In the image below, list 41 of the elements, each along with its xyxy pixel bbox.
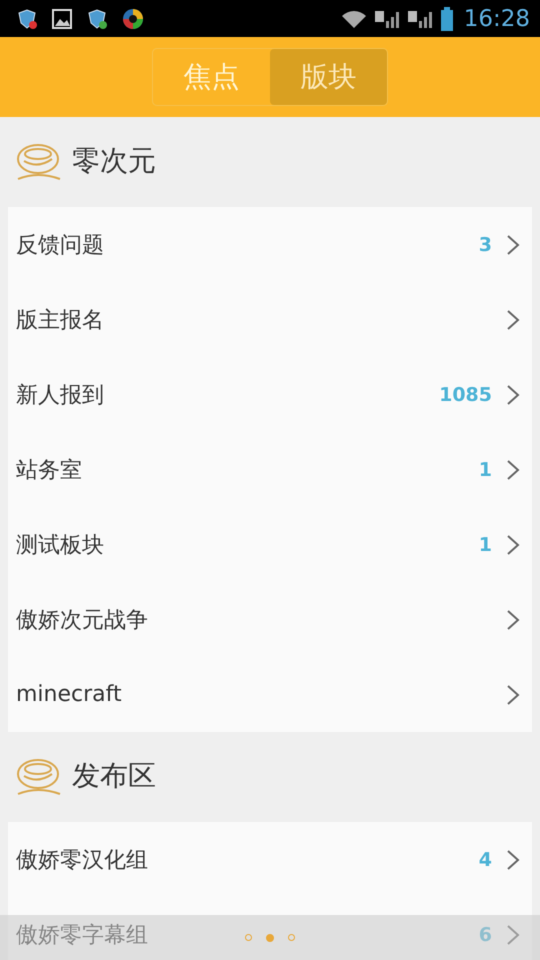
forum-row[interactable]: 反馈问题 3 [8, 207, 532, 282]
image-icon [51, 8, 73, 30]
chevron-icon [506, 608, 520, 630]
forum-row[interactable]: 版主报名 [8, 282, 532, 357]
post-count: 1 [478, 458, 492, 480]
page-dot[interactable] [245, 934, 252, 941]
section-title: 发布区 [72, 758, 156, 794]
forum-row[interactable]: minecraft [8, 657, 532, 732]
battery-icon [440, 6, 454, 30]
forum-name: 傲娇零汉化组 [16, 846, 148, 874]
page-dot[interactable] [288, 934, 295, 941]
chevron-icon [506, 534, 520, 556]
forum-name: 站务室 [16, 456, 82, 484]
shield-icon [86, 8, 108, 30]
chevron-icon [506, 924, 520, 946]
forum-name: 新人报到 [16, 382, 104, 410]
forum-name: 版主报名 [16, 306, 104, 334]
chevron-icon [506, 458, 520, 480]
chevron-icon [506, 234, 520, 256]
post-count: 1085 [439, 384, 492, 406]
post-count: 3 [478, 234, 492, 256]
forum-row[interactable]: 站务室 1 [8, 432, 532, 507]
chevron-icon [506, 848, 520, 870]
forum-row[interactable]: 新人报到 1085 [8, 357, 532, 432]
post-count: 6 [478, 924, 492, 946]
forum-name: minecraft [16, 682, 122, 707]
shield-icon [16, 8, 38, 30]
chevron-icon [506, 308, 520, 330]
forum-name: 傲娇次元战争 [16, 606, 148, 634]
post-count: 1 [478, 534, 492, 556]
chevron-icon [506, 684, 520, 706]
forum-row[interactable]: 测试板块 1 [8, 507, 532, 582]
forum-name: 反馈问题 [16, 232, 104, 260]
post-count: 4 [478, 848, 492, 870]
forum-row[interactable]: 傲娇零汉化组 4 [8, 822, 532, 897]
forum-name: 傲娇零字幕组 [16, 922, 148, 950]
forum-row[interactable]: 傲娇次元战争 [8, 582, 532, 657]
forum-name: 测试板块 [16, 532, 104, 560]
section-title: 零次元 [72, 143, 156, 179]
chevron-icon [506, 384, 520, 406]
status-time: 16:28 [464, 6, 530, 32]
